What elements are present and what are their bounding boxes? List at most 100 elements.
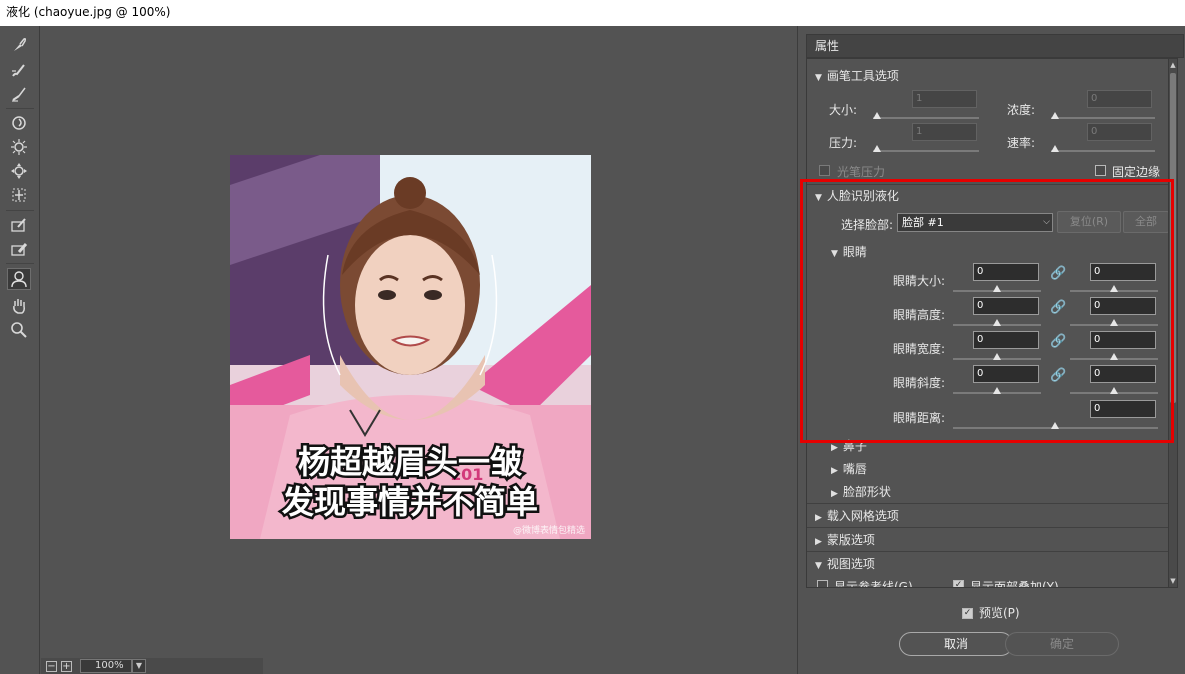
brush-density-input[interactable]: 0 xyxy=(1087,90,1152,108)
triangle-right-icon: ▶ xyxy=(831,489,838,499)
zoom-level-field[interactable]: 100% xyxy=(80,659,132,673)
face-shape-header[interactable]: ▶ 脸部形状 xyxy=(831,483,891,500)
brush-size-label: 大小: xyxy=(829,103,858,117)
face-aware-header[interactable]: ▼ 人脸识别液化 xyxy=(815,187,899,204)
eye-tilt-label: 眼睛斜度: xyxy=(893,376,946,390)
triangle-right-icon: ▶ xyxy=(831,443,838,453)
eye-size-label: 眼睛大小: xyxy=(893,274,946,288)
pin-edges-label: 固定边缘 xyxy=(1112,165,1161,179)
nose-header[interactable]: ▶ 鼻子 xyxy=(831,437,867,454)
reconstruct-icon[interactable] xyxy=(7,59,31,81)
triangle-down-icon: ▼ xyxy=(831,249,838,259)
brush-pressure-label: 压力: xyxy=(829,136,858,150)
twirl-icon[interactable] xyxy=(7,112,31,134)
properties-body: ▼ 画笔工具选项 大小: 1 浓度: 0 压力: 1 速率: 0 光笔压力 固定边… xyxy=(806,58,1176,588)
stylus-pressure-checkbox[interactable] xyxy=(819,165,830,176)
preview-row: ✓ 预览(P) xyxy=(962,604,1020,621)
chevron-down-icon: ⌵ xyxy=(1043,217,1050,227)
triangle-right-icon: ▶ xyxy=(831,466,838,476)
eye-height-left-input[interactable]: 0 xyxy=(973,297,1039,315)
ok-button[interactable]: 确定 xyxy=(1005,632,1119,656)
eye-distance-input[interactable]: 0 xyxy=(1090,400,1156,418)
select-face-dropdown[interactable]: 脸部 #1 ⌵ xyxy=(897,213,1053,232)
show-guides-label: 显示参考线(G) xyxy=(834,580,913,588)
link-icon[interactable]: 🔗 xyxy=(1050,369,1066,383)
thaw-mask-icon[interactable] xyxy=(7,238,31,260)
show-face-overlay-checkbox[interactable]: ✓ xyxy=(953,580,964,587)
select-face-label: 选择脸部: xyxy=(841,218,894,232)
scroll-up-icon[interactable]: ▲ xyxy=(1169,61,1177,69)
chevron-down-icon[interactable]: ▼ xyxy=(132,659,146,673)
properties-panel: 属性 ▼ 画笔工具选项 大小: 1 浓度: 0 压力: 1 速率: 0 光笔压力 … xyxy=(797,26,1185,674)
triangle-down-icon: ▼ xyxy=(815,193,822,203)
eye-width-label: 眼睛宽度: xyxy=(893,342,946,356)
eye-width-left-input[interactable]: 0 xyxy=(973,331,1039,349)
push-left-icon[interactable] xyxy=(7,184,31,206)
eye-size-left-slider[interactable] xyxy=(953,285,1041,295)
pin-edges-checkbox[interactable] xyxy=(1095,165,1106,176)
brush-pressure-input[interactable]: 1 xyxy=(912,123,977,141)
reset-button[interactable]: 复位(R) xyxy=(1057,211,1121,233)
brush-rate-slider[interactable] xyxy=(1051,145,1155,155)
eye-width-right-slider[interactable] xyxy=(1070,353,1158,363)
link-icon[interactable]: 🔗 xyxy=(1050,301,1066,315)
eye-size-left-input[interactable]: 0 xyxy=(973,263,1039,281)
brush-rate-label: 速率: xyxy=(1007,136,1036,150)
face-tool-icon[interactable] xyxy=(7,268,31,290)
cancel-button[interactable]: 取消 xyxy=(899,632,1013,656)
brush-rate-input[interactable]: 0 xyxy=(1087,123,1152,141)
zoom-icon[interactable] xyxy=(7,319,31,341)
show-guides-checkbox[interactable] xyxy=(817,580,828,587)
mouth-header[interactable]: ▶ 嘴唇 xyxy=(831,460,867,477)
zoom-out-button[interactable] xyxy=(46,660,57,672)
scroll-thumb[interactable] xyxy=(1170,73,1176,403)
eye-height-right-input[interactable]: 0 xyxy=(1090,297,1156,315)
stylus-pressure-label: 光笔压力 xyxy=(837,165,886,179)
zoom-in-button[interactable] xyxy=(61,660,72,672)
eyes-header[interactable]: ▼ 眼睛 xyxy=(831,243,867,260)
brush-density-label: 浓度: xyxy=(1007,103,1036,117)
freeze-mask-icon[interactable] xyxy=(7,214,31,236)
brush-size-input[interactable]: 1 xyxy=(912,90,977,108)
zoom-bar: 100% ▼ xyxy=(41,658,263,674)
link-icon[interactable]: 🔗 xyxy=(1050,335,1066,349)
link-icon[interactable]: 🔗 xyxy=(1050,267,1066,281)
brush-size-slider[interactable] xyxy=(873,112,979,122)
brush-options-header[interactable]: ▼ 画笔工具选项 xyxy=(815,67,899,84)
properties-scrollbar[interactable]: ▲ ▼ xyxy=(1168,58,1178,588)
caption-line-2: 发现事情并不简单 xyxy=(282,483,538,521)
scroll-down-icon[interactable]: ▼ xyxy=(1169,577,1177,585)
forward-warp-icon[interactable] xyxy=(7,34,31,56)
eye-tilt-left-slider[interactable] xyxy=(953,387,1041,397)
bloat-icon[interactable] xyxy=(7,160,31,182)
eye-height-left-slider[interactable] xyxy=(953,319,1041,329)
triangle-down-icon: ▼ xyxy=(815,561,822,571)
brush-density-slider[interactable] xyxy=(1051,112,1155,122)
eye-height-label: 眼睛高度: xyxy=(893,308,946,322)
mask-options-header[interactable]: ▶ 蒙版选项 xyxy=(815,531,875,548)
all-button[interactable]: 全部 xyxy=(1123,211,1169,233)
eye-size-right-slider[interactable] xyxy=(1070,285,1158,295)
pucker-icon[interactable] xyxy=(7,136,31,158)
load-mesh-header[interactable]: ▶ 载入网格选项 xyxy=(815,507,899,524)
eye-distance-slider[interactable] xyxy=(953,422,1158,432)
eye-tilt-right-input[interactable]: 0 xyxy=(1090,365,1156,383)
watermark: @微博表情包精选 xyxy=(513,524,585,536)
smooth-icon[interactable] xyxy=(7,83,31,105)
brush-pressure-slider[interactable] xyxy=(873,145,979,155)
triangle-down-icon: ▼ xyxy=(815,73,822,83)
preview-image[interactable]: 101 杨超越眉头一皱 发现事情并不简单 @微博表情包精选 xyxy=(230,155,591,539)
canvas-area[interactable]: 101 杨超越眉头一皱 发现事情并不简单 @微博表情包精选 xyxy=(41,36,795,658)
eye-tilt-left-input[interactable]: 0 xyxy=(973,365,1039,383)
show-face-overlay-label: 显示面部叠加(Y) xyxy=(970,580,1059,588)
eye-size-right-input[interactable]: 0 xyxy=(1090,263,1156,281)
eye-tilt-right-slider[interactable] xyxy=(1070,387,1158,397)
preview-checkbox[interactable]: ✓ xyxy=(962,608,973,619)
tool-panel xyxy=(0,26,40,674)
eye-width-right-input[interactable]: 0 xyxy=(1090,331,1156,349)
eye-height-right-slider[interactable] xyxy=(1070,319,1158,329)
window-title: 液化 (chaoyue.jpg @ 100%) xyxy=(6,5,171,19)
eye-width-left-slider[interactable] xyxy=(953,353,1041,363)
hand-icon[interactable] xyxy=(7,295,31,317)
view-options-header[interactable]: ▼ 视图选项 xyxy=(815,555,875,572)
